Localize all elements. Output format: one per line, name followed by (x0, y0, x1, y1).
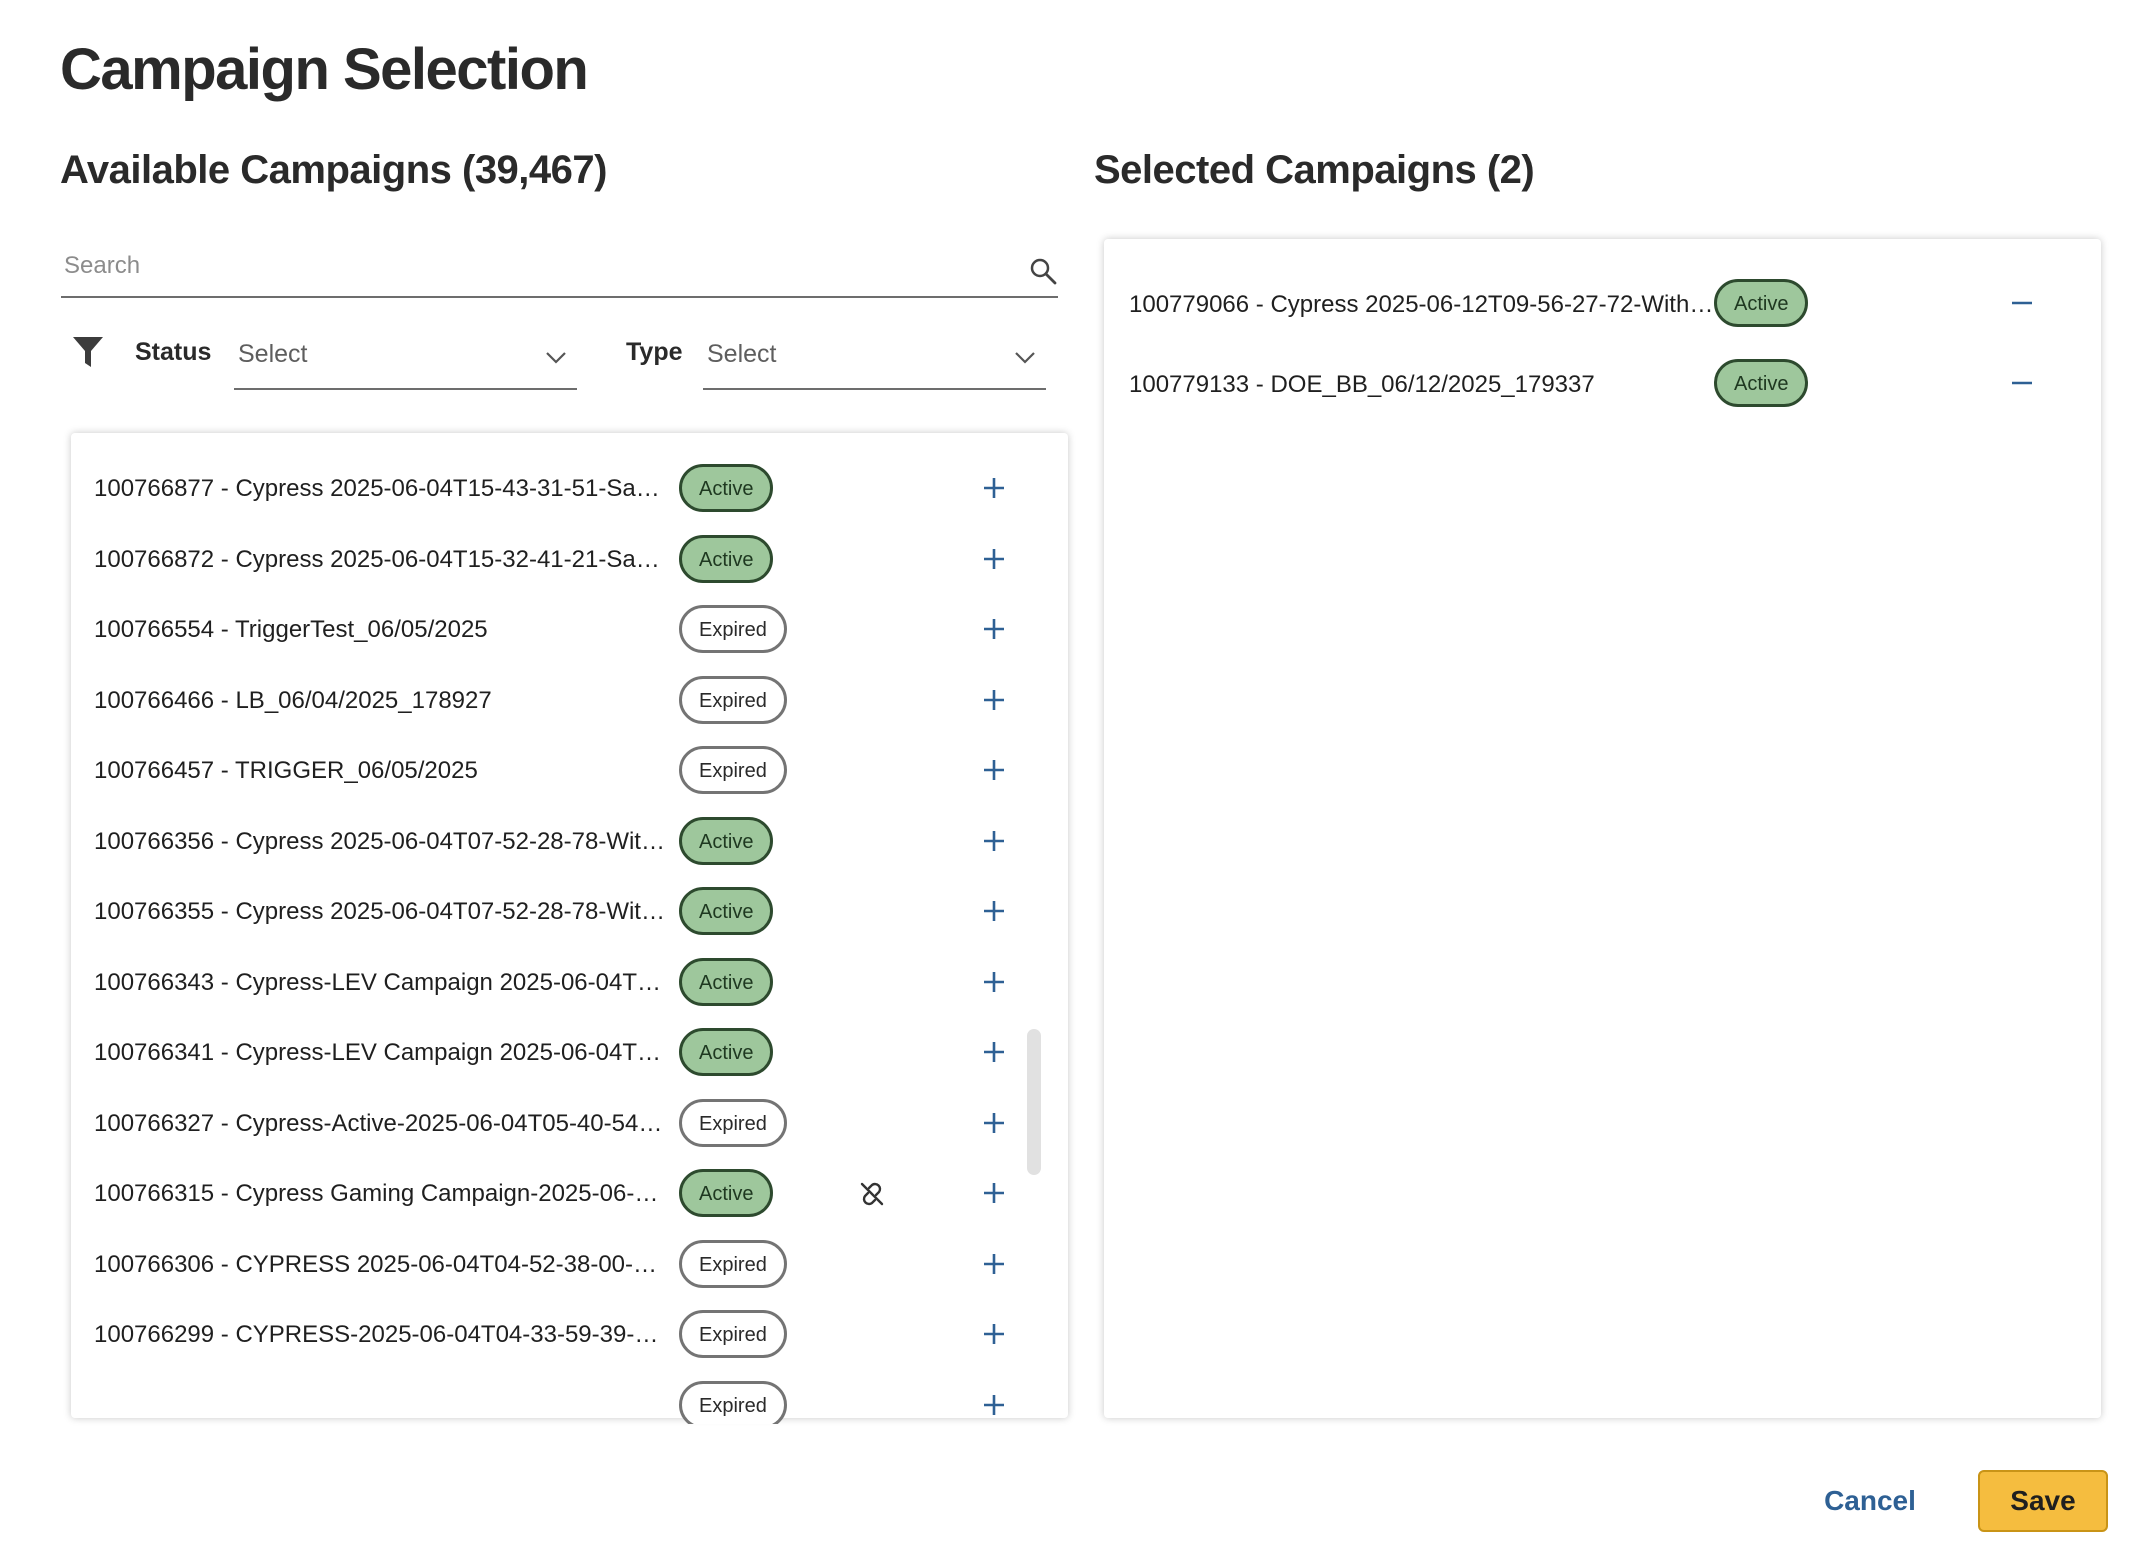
available-campaign-row: 100766315 - Cypress Gaming Campaign-2025… (71, 1159, 1068, 1229)
campaign-label: 100766306 - CYPRESS 2025-06-04T04-52-38-… (94, 1250, 670, 1278)
add-campaign-button[interactable] (976, 470, 1012, 506)
status-badge: Active (679, 887, 774, 935)
status-badge: Expired (679, 1239, 787, 1288)
add-campaign-button[interactable] (976, 541, 1012, 577)
search-input[interactable] (64, 240, 984, 292)
status-badge: Expired (679, 605, 787, 653)
add-campaign-button[interactable] (976, 1387, 1012, 1423)
status-badge: Expired (679, 1310, 787, 1358)
available-campaign-row: 100766356 - Cypress 2025-06-04T07-52-28-… (71, 807, 1068, 877)
selected-campaigns-panel: 100779066 - Cypress 2025-06-12T09-56-27-… (1104, 239, 2101, 1418)
unlink-icon (860, 1182, 884, 1206)
available-campaign-row: 100766872 - Cypress 2025-06-04T15-32-41-… (71, 525, 1068, 595)
campaign-label: 100766877 - Cypress 2025-06-04T15-43-31-… (94, 475, 670, 502)
available-campaign-row: 100766299 - CYPRESS-2025-06-04T04-33-59-… (71, 1300, 1068, 1370)
add-campaign-button[interactable] (976, 893, 1012, 929)
status-badge: Active (679, 957, 774, 1006)
add-campaign-button[interactable] (976, 1105, 1012, 1141)
campaign-label: 100779066 - Cypress 2025-06-12T09-56-27-… (1129, 291, 1715, 318)
available-campaigns-panel: 100766877 - Cypress 2025-06-04T15-43-31-… (71, 433, 1068, 1424)
status-select-value: Select (238, 340, 308, 368)
status-badge: Active (1714, 279, 1809, 327)
add-campaign-button[interactable] (976, 752, 1012, 788)
status-badge: Active (679, 816, 774, 865)
campaign-label: 100766341 - Cypress-LEV Campaign 2025-06… (94, 1039, 670, 1066)
available-campaign-row: 100766341 - Cypress-LEV Campaign 2025-06… (71, 1018, 1068, 1088)
available-campaigns-list[interactable]: 100766877 - Cypress 2025-06-04T15-43-31-… (71, 454, 1068, 1424)
selected-campaign-row: 100779066 - Cypress 2025-06-12T09-56-27-… (1104, 263, 2101, 343)
available-campaign-row: 100766466 - LB_06/04/2025_178927 Expired (71, 666, 1068, 736)
campaign-label: 100766327 - Cypress-Active-2025-06-04T05… (94, 1109, 670, 1137)
add-campaign-button[interactable] (976, 823, 1012, 859)
status-badge: Expired (679, 746, 787, 794)
status-badge: Active (679, 464, 774, 512)
campaign-label: 100766356 - Cypress 2025-06-04T07-52-28-… (94, 827, 670, 855)
page-title: Campaign Selection (60, 37, 589, 102)
selected-campaign-row: 100779133 - DOE_BB_06/12/2025_179337 Acti… (1104, 343, 2101, 423)
type-select-value: Select (707, 340, 777, 368)
status-badge: Expired (679, 1098, 787, 1147)
chevron-down-icon (1015, 352, 1035, 364)
add-campaign-button[interactable] (976, 611, 1012, 647)
status-filter-label: Status (135, 338, 212, 366)
campaign-label: 100766872 - Cypress 2025-06-04T15-32-41-… (94, 545, 670, 573)
campaign-label: 100766343 - Cypress-LEV Campaign 2025-06… (94, 968, 670, 996)
add-campaign-button[interactable] (976, 1316, 1012, 1352)
status-badge: Active (679, 534, 774, 583)
selected-campaigns-title: Selected Campaigns (2) (1094, 148, 1535, 192)
type-filter-label: Type (626, 338, 683, 366)
search-icon[interactable] (1028, 256, 1058, 286)
filter-icon (73, 337, 103, 367)
save-button[interactable]: Save (1978, 1470, 2108, 1532)
available-campaign-row: Expired (71, 1371, 1068, 1424)
available-campaign-row: 100766355 - Cypress 2025-06-04T07-52-28-… (71, 877, 1068, 947)
chevron-down-icon (546, 352, 566, 364)
cancel-button[interactable]: Cancel (1800, 1470, 1940, 1532)
available-campaign-row: 100766877 - Cypress 2025-06-04T15-43-31-… (71, 454, 1068, 524)
add-campaign-button[interactable] (976, 1175, 1012, 1211)
available-campaign-row: 100766457 - TRIGGER_06/05/2025 Expired (71, 736, 1068, 806)
remove-campaign-button[interactable] (2004, 365, 2040, 401)
status-badge: Expired (679, 675, 787, 724)
available-campaign-row: 100766554 - TriggerTest_06/05/2025 Expire… (71, 595, 1068, 665)
available-campaign-row: 100766343 - Cypress-LEV Campaign 2025-06… (71, 948, 1068, 1018)
remove-campaign-button[interactable] (2004, 285, 2040, 321)
available-list-scrollbar[interactable] (1027, 1029, 1041, 1175)
campaign-label: 100779133 - DOE_BB_06/12/2025_179337 (1129, 371, 1595, 398)
campaign-label: 100766355 - Cypress 2025-06-04T07-52-28-… (94, 898, 670, 925)
status-badge: Expired (679, 1380, 787, 1424)
campaign-label: 100766315 - Cypress Gaming Campaign-2025… (94, 1180, 670, 1207)
add-campaign-button[interactable] (976, 964, 1012, 1000)
status-badge: Active (679, 1169, 774, 1217)
add-campaign-button[interactable] (976, 682, 1012, 718)
status-badge: Active (1714, 359, 1809, 407)
status-select[interactable]: Select (234, 326, 577, 390)
available-campaigns-title: Available Campaigns (39,467) (60, 148, 607, 192)
campaign-label: 100766457 - TRIGGER_06/05/2025 (94, 757, 478, 784)
search-field (61, 240, 1058, 298)
add-campaign-button[interactable] (976, 1034, 1012, 1070)
type-select[interactable]: Select (703, 326, 1046, 390)
available-campaign-row: 100766306 - CYPRESS 2025-06-04T04-52-38-… (71, 1230, 1068, 1300)
add-campaign-button[interactable] (976, 1246, 1012, 1282)
campaign-label: 100766466 - LB_06/04/2025_178927 (94, 686, 492, 714)
campaign-label: 100766299 - CYPRESS-2025-06-04T04-33-59-… (94, 1321, 670, 1348)
status-badge: Active (679, 1028, 774, 1076)
campaign-label: 100766554 - TriggerTest_06/05/2025 (94, 616, 488, 643)
available-campaign-row: 100766327 - Cypress-Active-2025-06-04T05… (71, 1089, 1068, 1159)
